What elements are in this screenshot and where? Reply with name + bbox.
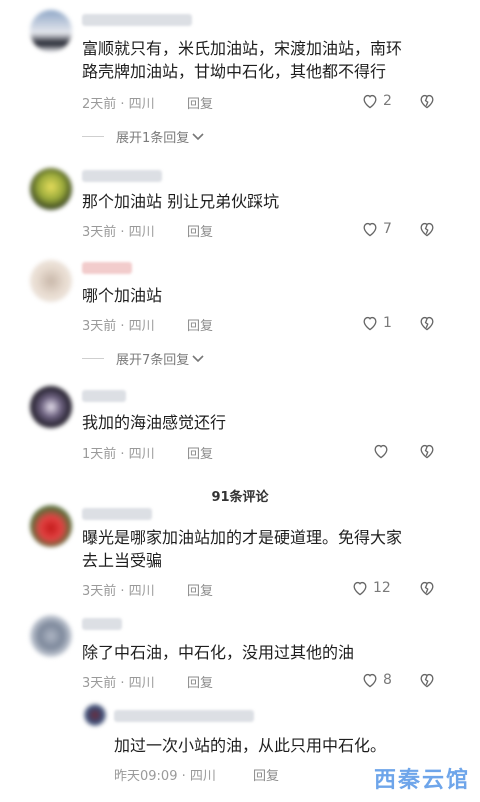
username[interactable] <box>82 390 126 402</box>
broken-heart-icon <box>420 94 434 109</box>
broken-heart-icon <box>420 316 434 331</box>
username[interactable] <box>82 618 122 630</box>
expand-replies[interactable]: 展开7条回复 <box>82 349 204 368</box>
heart-outline-icon <box>363 673 377 688</box>
divider <box>82 136 104 137</box>
broken-heart-icon <box>420 444 434 459</box>
username[interactable] <box>82 14 192 26</box>
reply-button[interactable]: 回复 <box>187 315 213 334</box>
comment-4: 我加的海油感觉还行 1天前 · 四川 回复 <box>0 386 480 466</box>
reply-button[interactable]: 回复 <box>187 93 213 112</box>
broken-heart-icon <box>420 673 434 688</box>
expand-replies[interactable]: 展开1条回复 <box>82 127 204 146</box>
like-button[interactable]: 12 <box>351 580 391 596</box>
dislike-button[interactable] <box>418 221 436 237</box>
reply-button[interactable]: 回复 <box>253 765 279 784</box>
comment-text: 那个加油站 别让兄弟伙踩坑 <box>82 192 280 211</box>
username[interactable] <box>114 710 254 722</box>
like-count: 8 <box>383 672 392 688</box>
comment-3: 哪个加油站 3天前 · 四川 回复 1 展开7条回复 <box>0 258 480 368</box>
reply-button[interactable]: 回复 <box>187 580 213 599</box>
heart-outline-icon <box>363 316 377 331</box>
avatar[interactable] <box>30 168 72 210</box>
dislike-button[interactable] <box>418 315 436 331</box>
dislike-button[interactable] <box>418 443 436 459</box>
comment-meta: 3天前 · 四川 <box>82 676 155 691</box>
comment-meta: 3天前 · 四川 <box>82 584 155 599</box>
avatar[interactable] <box>30 615 72 657</box>
comment-2: 那个加油站 别让兄弟伙踩坑 3天前 · 四川 回复 7 <box>0 165 480 245</box>
reply-button[interactable]: 回复 <box>187 221 213 240</box>
comment-1: 富顺就只有，米氏加油站，宋渡加油站，南环 路壳牌加油站，甘坳中石化，其他都不得行 … <box>0 0 480 146</box>
comment-text: 加过一次小站的油，从此只用中石化。 <box>114 736 387 755</box>
heart-outline-icon <box>363 222 377 237</box>
comment-count-header: 91条评论 <box>211 490 269 505</box>
reply-button[interactable]: 回复 <box>187 672 213 691</box>
dislike-button[interactable] <box>418 672 436 688</box>
comment-meta: 3天前 · 四川 <box>82 319 155 334</box>
comment-meta: 2天前 · 四川 <box>82 97 155 112</box>
watermark: 西秦云馆 <box>373 768 470 793</box>
comment-meta: 昨天09:09 · 四川 <box>114 769 216 784</box>
like-count: 12 <box>373 580 391 596</box>
comment-5: 曝光是哪家加油站加的才是硬道理。免得大家 去上当受骗 3天前 · 四川 回复 12 <box>0 505 480 605</box>
comment-text: 曝光是哪家加油站加的才是硬道理。免得大家 去上当受骗 <box>82 528 403 570</box>
heart-outline-icon <box>353 581 367 596</box>
like-button[interactable]: 8 <box>361 672 392 688</box>
like-button[interactable] <box>372 443 394 459</box>
username[interactable] <box>82 170 162 182</box>
comment-text: 除了中石油，中石化，没用过其他的油 <box>82 643 355 662</box>
reply-button[interactable]: 回复 <box>187 443 213 462</box>
broken-heart-icon <box>420 581 434 596</box>
divider <box>82 358 104 359</box>
chevron-down-icon <box>192 132 204 140</box>
comment-text: 富顺就只有，米氏加油站，宋渡加油站，南环 路壳牌加油站，甘坳中石化，其他都不得行 <box>82 39 403 81</box>
comment-6: 除了中石油，中石化，没用过其他的油 3天前 · 四川 回复 8 <box>0 615 480 695</box>
broken-heart-icon <box>420 222 434 237</box>
like-count: 1 <box>383 315 392 331</box>
username[interactable] <box>82 508 152 520</box>
comment-text: 我加的海油感觉还行 <box>82 413 227 432</box>
comment-text: 哪个加油站 <box>82 286 163 305</box>
comment-meta: 3天前 · 四川 <box>82 225 155 240</box>
like-button[interactable]: 1 <box>361 315 392 331</box>
comment-meta: 1天前 · 四川 <box>82 447 155 462</box>
like-button[interactable]: 7 <box>361 221 392 237</box>
avatar[interactable] <box>30 505 72 547</box>
avatar[interactable] <box>30 386 72 428</box>
dislike-button[interactable] <box>418 93 436 109</box>
avatar[interactable] <box>84 704 106 726</box>
like-button[interactable]: 2 <box>361 93 392 109</box>
avatar[interactable] <box>30 260 72 302</box>
like-count: 7 <box>383 221 392 237</box>
like-count: 2 <box>383 93 392 109</box>
chevron-down-icon <box>192 354 204 362</box>
avatar[interactable] <box>30 10 72 52</box>
dislike-button[interactable] <box>418 580 436 596</box>
username[interactable] <box>82 262 132 274</box>
heart-outline-icon <box>374 444 388 459</box>
heart-outline-icon <box>363 94 377 109</box>
